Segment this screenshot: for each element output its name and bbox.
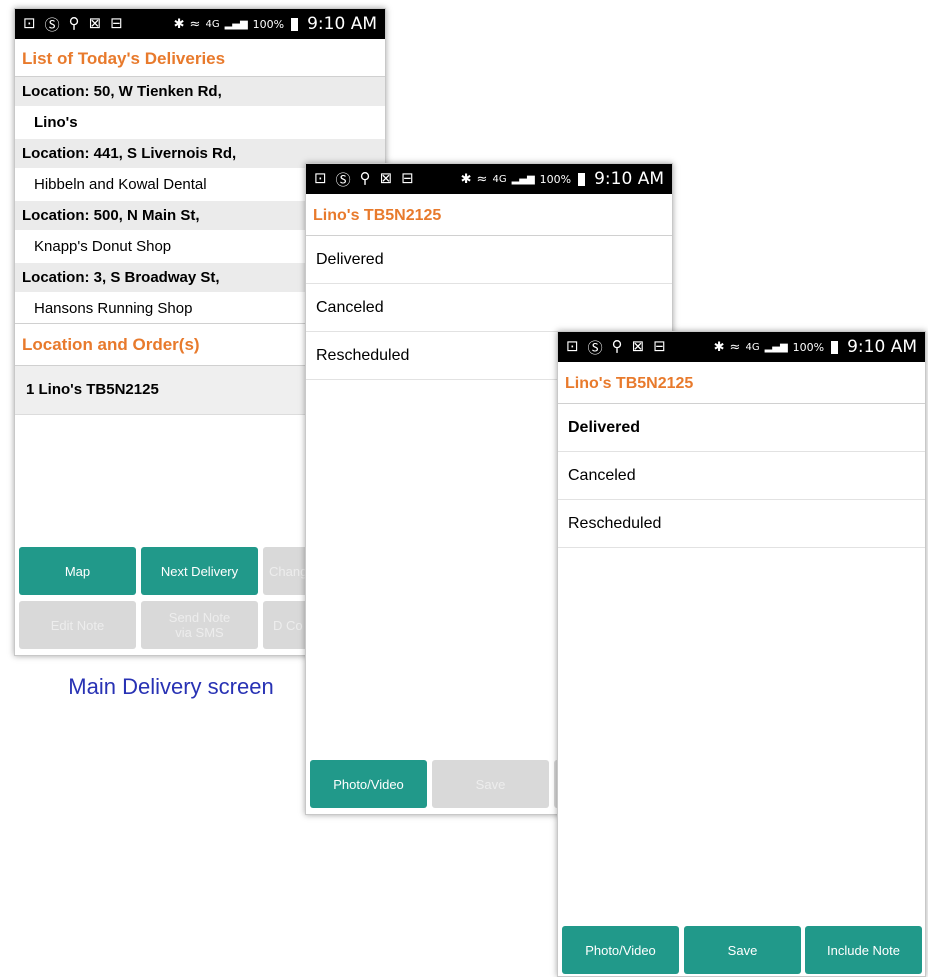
bluetooth-icon: ✱: [173, 16, 185, 32]
notification-icons: ⊡ Ⓢ ⚲ ⊠ ⊟: [314, 169, 414, 190]
clock: 9:10 AM: [307, 14, 377, 34]
status-option-delivered[interactable]: Delivered: [558, 404, 925, 452]
skype-icon: Ⓢ: [44, 15, 60, 34]
delivery-location[interactable]: Location: 50, W Tienken Rd,: [15, 77, 385, 106]
battery-percent: 100%: [539, 172, 572, 186]
notification-icons: ⊡ Ⓢ ⚲ ⊠ ⊟: [566, 337, 666, 358]
mute-icon: ≈: [189, 16, 201, 32]
status-bar: ⊡ Ⓢ ⚲ ⊠ ⊟ ✱ ≈ 4G ▂▄▆ 100% 9:10 AM: [306, 164, 672, 194]
bluetooth-icon: ✱: [460, 171, 472, 187]
status-bar: ⊡ Ⓢ ⚲ ⊠ ⊟ ✱ ≈ 4G ▂▄▆ 100% 9:10 AM: [558, 332, 925, 362]
system-icons: ✱ ≈ 4G ▂▄▆ 100% 9:10 AM: [714, 337, 917, 357]
battery-icon: [831, 340, 839, 354]
signal-icon: ▂▄▆: [511, 173, 535, 185]
page-title: List of Today's Deliveries: [15, 39, 385, 77]
order-title: Lino's TB5N2125: [558, 362, 925, 404]
system-icons: ✱ ≈ 4G ▂▄▆ 100% 9:10 AM: [174, 14, 377, 34]
message-icon: ⊡: [566, 336, 579, 355]
mute-icon: ≈: [729, 339, 741, 355]
lte-icon: 4G: [205, 18, 220, 30]
picture-icon: ⊟: [110, 13, 123, 32]
status-option-delivered[interactable]: Delivered: [306, 236, 672, 284]
mute-icon: ≈: [476, 171, 488, 187]
save-button[interactable]: Save: [684, 926, 801, 974]
signal-icon: ▂▄▆: [764, 341, 788, 353]
status-bar: ⊡ Ⓢ ⚲ ⊠ ⊟ ✱ ≈ 4G ▂▄▆ 100% 9:10 AM: [15, 9, 385, 39]
status-option-canceled[interactable]: Canceled: [558, 452, 925, 500]
message-icon: ⊡: [314, 168, 327, 187]
gallery-icon: ⊠: [379, 168, 393, 187]
status-option-rescheduled[interactable]: Rescheduled: [558, 500, 925, 548]
main-delivery-caption: Main Delivery screen: [68, 674, 274, 699]
lte-icon: 4G: [745, 341, 760, 353]
photo-video-button[interactable]: Photo/Video: [310, 760, 427, 808]
edit-note-button[interactable]: Edit Note: [19, 601, 136, 649]
lte-icon: 4G: [492, 173, 507, 185]
delivery-item[interactable]: Location: 50, W Tienken Rd, Lino's: [15, 77, 385, 139]
delivery-name[interactable]: Lino's: [15, 106, 385, 139]
send-note-sms-button[interactable]: Send Note via SMS: [141, 601, 258, 649]
next-delivery-button[interactable]: Next Delivery: [141, 547, 258, 595]
location-pin-icon: ⚲: [611, 336, 623, 355]
photo-video-button[interactable]: Photo/Video: [562, 926, 679, 974]
gallery-icon: ⊠: [631, 336, 645, 355]
picture-icon: ⊟: [653, 336, 666, 355]
location-pin-icon: ⚲: [359, 168, 371, 187]
battery-percent: 100%: [792, 340, 825, 354]
map-button[interactable]: Map: [19, 547, 136, 595]
order-title: Lino's TB5N2125: [306, 194, 672, 236]
battery-icon: [578, 172, 586, 186]
message-icon: ⊡: [23, 13, 36, 32]
include-note-button[interactable]: Include Note: [805, 926, 922, 974]
system-icons: ✱ ≈ 4G ▂▄▆ 100% 9:10 AM: [461, 169, 664, 189]
clock: 9:10 AM: [594, 169, 664, 189]
skype-icon: Ⓢ: [587, 338, 603, 357]
picture-icon: ⊟: [401, 168, 414, 187]
bluetooth-icon: ✱: [713, 339, 725, 355]
signal-icon: ▂▄▆: [224, 18, 248, 30]
save-button[interactable]: Save: [432, 760, 549, 808]
notification-icons: ⊡ Ⓢ ⚲ ⊠ ⊟: [23, 14, 123, 35]
battery-icon: [291, 17, 299, 31]
clock: 9:10 AM: [847, 337, 917, 357]
location-pin-icon: ⚲: [68, 13, 80, 32]
status-option-canceled[interactable]: Canceled: [306, 284, 672, 332]
delivery-status-selected-screen: ⊡ Ⓢ ⚲ ⊠ ⊟ ✱ ≈ 4G ▂▄▆ 100% 9:10 AM Lino's…: [557, 331, 926, 977]
battery-percent: 100%: [252, 17, 285, 31]
gallery-icon: ⊠: [88, 13, 102, 32]
skype-icon: Ⓢ: [335, 170, 351, 189]
